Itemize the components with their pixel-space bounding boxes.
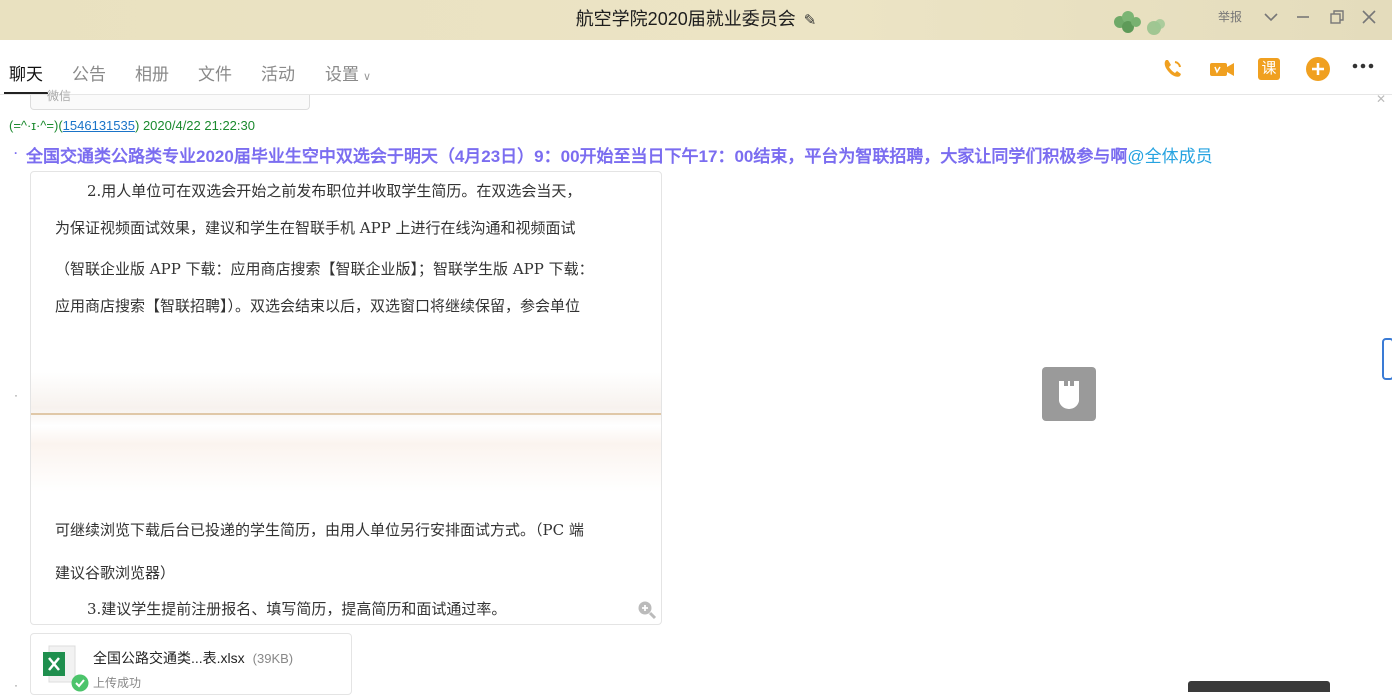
upload-status: 上传成功 <box>93 676 142 690</box>
chevron-down-icon[interactable] <box>1260 6 1282 28</box>
side-panel-handle[interactable] <box>1382 338 1392 380</box>
phone-icon[interactable] <box>1160 56 1186 82</box>
tab-settings[interactable]: 设置 ∨ <box>325 60 371 85</box>
close-small-icon[interactable]: ✕ <box>1376 92 1386 106</box>
clover-decoration-icon <box>1114 11 1165 35</box>
usb-drive-button[interactable] <box>1042 367 1096 421</box>
message-header: (=^·ɪ·^=)(1546131535) 2020/4/22 21:22:30 <box>9 118 255 133</box>
usb-drive-icon <box>1059 381 1079 410</box>
message-timestamp: 2020/4/22 21:22:30 <box>142 118 255 133</box>
sender-qq-link[interactable]: 1546131535 <box>63 118 135 133</box>
doc-line: 应用商店搜索【智联招聘】）。双选会结束以后，双选窗口将继续保留，参会单位 <box>55 297 581 315</box>
add-icon[interactable] <box>1305 56 1331 82</box>
previous-card-label: 微信 <box>47 89 72 103</box>
active-tab-indicator <box>4 92 48 94</box>
tab-album[interactable]: 相册 <box>135 60 169 85</box>
doc-line: 为保证视频面试效果，建议和学生在智联手机 APP 上进行在线沟通和视频面试 <box>55 219 576 237</box>
doc-line: 2.用人单位可在双选会开始之前发布职位并收取学生简历。在双选会当天， <box>87 182 582 200</box>
tab-activity[interactable]: 活动 <box>261 60 295 85</box>
zoom-in-icon[interactable] <box>637 600 657 620</box>
doc-line: 可继续浏览下载后台已投递的学生简历，由用人单位另行安排面试方式。（PC 端 <box>55 521 584 539</box>
tab-announcement[interactable]: 公告 <box>72 60 106 85</box>
file-size: (39KB) <box>252 651 294 666</box>
doc-line: 建议谷歌浏览器） <box>55 564 176 582</box>
tab-chat[interactable]: 聊天 <box>9 60 43 85</box>
group-name: 航空学院2020届就业委员会 <box>575 9 796 29</box>
announcement-body: 全国交通类公路类专业2020届毕业生空中双选会于明天（4月23日）9：00开始至… <box>26 147 1128 166</box>
tab-files[interactable]: 文件 <box>198 60 232 85</box>
bullet-icon: · <box>14 678 18 692</box>
doc-line: （智联企业版 APP 下载：应用商店搜索【智联企业版】；智联学生版 APP 下载… <box>55 260 594 278</box>
more-icon[interactable] <box>1350 56 1376 82</box>
document-image[interactable]: 2.用人单位可在双选会开始之前发布职位并收取学生简历。在双选会当天， 为保证视频… <box>30 171 662 625</box>
announcement-text: 全国交通类公路类专业2020届毕业生空中双选会于明天（4月23日）9：00开始至… <box>26 142 1213 167</box>
tab-settings-label: 设置 <box>325 65 359 84</box>
close-icon[interactable] <box>1358 6 1380 28</box>
minimize-icon[interactable] <box>1292 6 1314 28</box>
page-divider <box>31 413 661 415</box>
window-title: 航空学院2020届就业委员会 ✎ <box>0 0 1392 38</box>
bullet-icon: · <box>14 388 18 402</box>
course-icon[interactable]: 课 <box>1258 58 1280 80</box>
report-button[interactable]: 举报 <box>1218 0 1242 34</box>
title-bar: 航空学院2020届就业委员会 ✎ 举报 <box>0 0 1392 41</box>
doc-line: 3.建议学生提前注册报名、填写简历，提高简历和面试通过率。 <box>87 600 507 618</box>
restore-icon[interactable] <box>1326 6 1348 28</box>
file-name-row: 全国公路交通类...表.xlsx (39KB) <box>93 648 293 668</box>
file-attachment[interactable]: 全国公路交通类...表.xlsx (39KB) 上传成功 <box>30 633 352 695</box>
video-thumbnail[interactable] <box>1188 681 1330 692</box>
mention-all-link[interactable]: @全体成员 <box>1127 147 1212 166</box>
video-icon[interactable] <box>1209 56 1235 82</box>
previous-message-card: 微信 <box>30 89 310 110</box>
blurred-region <box>31 372 661 492</box>
success-check-icon <box>71 674 89 692</box>
file-name: 全国公路交通类...表.xlsx <box>93 650 245 666</box>
sender-nick: (=^·ɪ·^=) <box>9 118 59 133</box>
chevron-down-icon: ∨ <box>363 71 372 83</box>
edit-icon[interactable]: ✎ <box>804 2 817 40</box>
bullet-icon: · <box>14 146 18 160</box>
